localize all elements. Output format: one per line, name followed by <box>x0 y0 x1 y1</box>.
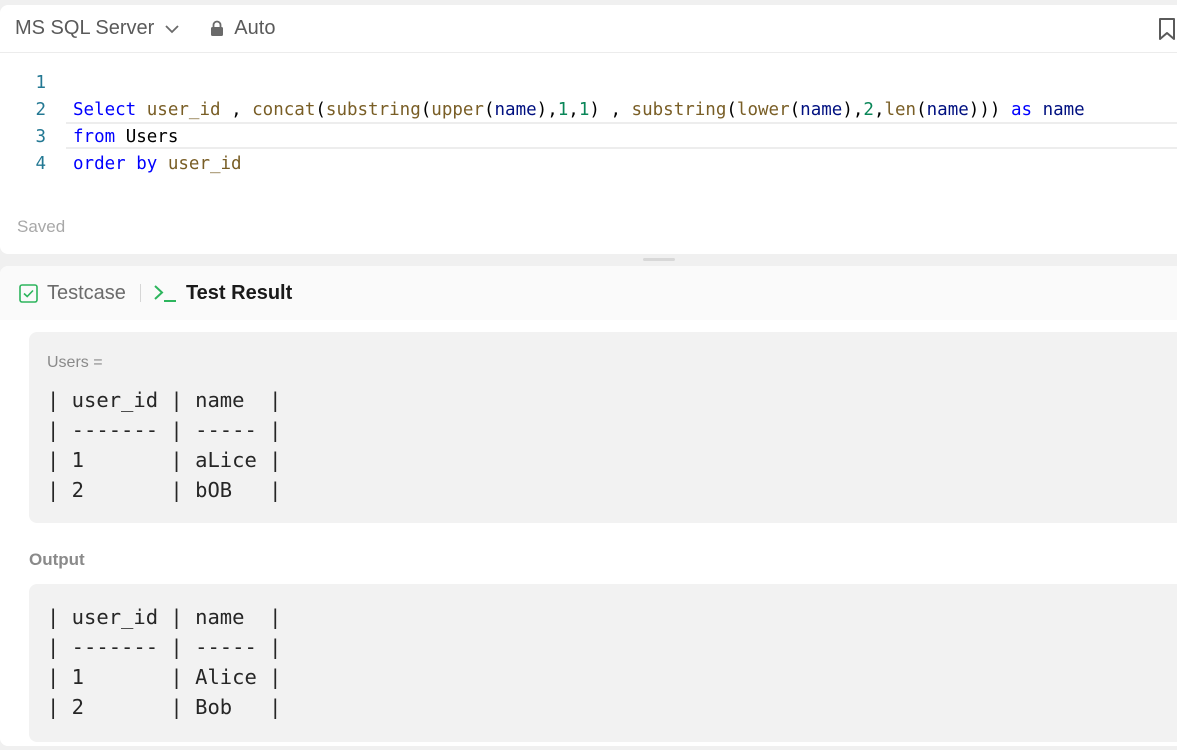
line-number: 1 <box>35 73 46 93</box>
code-token: ))) <box>968 100 1011 120</box>
code-token: user_id <box>167 154 242 174</box>
language-label: MS SQL Server <box>15 17 155 39</box>
code-token: ) , <box>589 100 632 120</box>
code-token: lower <box>736 100 790 120</box>
code-token: ( <box>483 100 495 120</box>
language-select[interactable]: MS SQL Server <box>15 17 180 40</box>
line-number: 4 <box>35 154 46 174</box>
tab-test-result[interactable]: Test Result <box>153 282 292 305</box>
output-box: | user_id | name | | ------- | ----- | |… <box>29 584 1177 742</box>
code-token: 1 <box>557 100 569 120</box>
editor-toolbar: MS SQL Server Auto <box>0 5 1177 53</box>
code-token: 1 <box>578 100 590 120</box>
code-token: name <box>494 100 537 120</box>
code-token: name <box>1042 100 1085 120</box>
code-token: name <box>800 100 843 120</box>
code-text: order by user_id <box>73 151 242 178</box>
output-row: | 2 | Bob | <box>47 695 282 719</box>
code-token: ( <box>726 100 737 120</box>
lock-icon <box>211 20 224 36</box>
code-area[interactable]: 1 2 Select user_id , concat(substring(uppe… <box>0 65 1177 185</box>
mode-toggle[interactable]: Auto <box>210 17 275 40</box>
code-text: from Users <box>73 124 178 151</box>
output-row: | user_id | name | <box>47 605 282 629</box>
code-token: as <box>1010 100 1033 120</box>
output-label: Output <box>29 550 85 569</box>
code-line[interactable]: 1 <box>0 70 1177 97</box>
code-token: substring <box>325 100 421 120</box>
code-token: len <box>884 100 917 120</box>
code-token: , <box>873 100 885 120</box>
tab-testcase[interactable]: Testcase <box>19 282 126 305</box>
tab-divider <box>139 284 141 302</box>
code-token: 2 <box>863 100 874 120</box>
code-token: ), <box>842 100 864 120</box>
code-token: from <box>73 127 116 147</box>
output-row: | ------- | ----- | <box>47 635 282 659</box>
line-number: 3 <box>35 127 46 147</box>
code-token: name <box>926 100 969 120</box>
result-content: Users = | user_id | name | | ------- | -… <box>0 320 1177 746</box>
mode-label: Auto <box>234 17 276 39</box>
save-status: Saved <box>17 217 66 236</box>
code-token: concat <box>252 100 316 120</box>
line-number: 2 <box>35 100 46 120</box>
code-token: order by <box>73 154 158 174</box>
code-token: user_id <box>146 100 221 120</box>
result-tabs: Testcase Test Result <box>0 266 1177 320</box>
input-label: Users = <box>47 354 103 371</box>
code-token: , <box>568 100 579 120</box>
input-row: | 2 | bOB | <box>47 478 282 502</box>
code-token: ( <box>916 100 927 120</box>
code-token: upper <box>431 100 484 120</box>
input-row: | user_id | name | <box>47 388 282 412</box>
code-line[interactable]: 3 from Users <box>0 124 1177 151</box>
bookmark-icon[interactable] <box>1158 17 1176 41</box>
terminal-icon <box>154 285 176 302</box>
chevron-down-icon <box>165 24 179 33</box>
result-panel: Testcase Test Result Users = | user_id |… <box>0 266 1177 746</box>
code-token: Users <box>115 127 179 147</box>
code-token: substring <box>631 100 727 120</box>
checkbox-icon <box>19 283 38 303</box>
input-box: Users = | user_id | name | | ------- | -… <box>29 332 1177 523</box>
code-line[interactable]: 2 Select user_id , concat(substring(upper… <box>0 97 1177 124</box>
code-token: , <box>220 100 253 120</box>
code-token: ( <box>315 100 326 120</box>
tab-test-result-label: Test Result <box>185 281 293 304</box>
resize-handle[interactable] <box>643 258 675 261</box>
code-text: Select user_id , concat(substring(upper(… <box>73 97 1085 124</box>
code-token: Select <box>73 100 137 120</box>
code-token: ), <box>536 100 558 120</box>
output-row: | 1 | Alice | <box>47 665 282 689</box>
code-editor-panel: MS SQL Server Auto 1 2 Select user_id , co… <box>0 5 1177 254</box>
tab-testcase-label: Testcase <box>47 281 126 304</box>
code-token: ( <box>789 100 801 120</box>
code-token: ( <box>420 100 432 120</box>
input-row: | ------- | ----- | <box>47 418 282 442</box>
code-line[interactable]: 4 order by user_id <box>0 151 1177 178</box>
input-row: | 1 | aLice | <box>47 448 282 472</box>
